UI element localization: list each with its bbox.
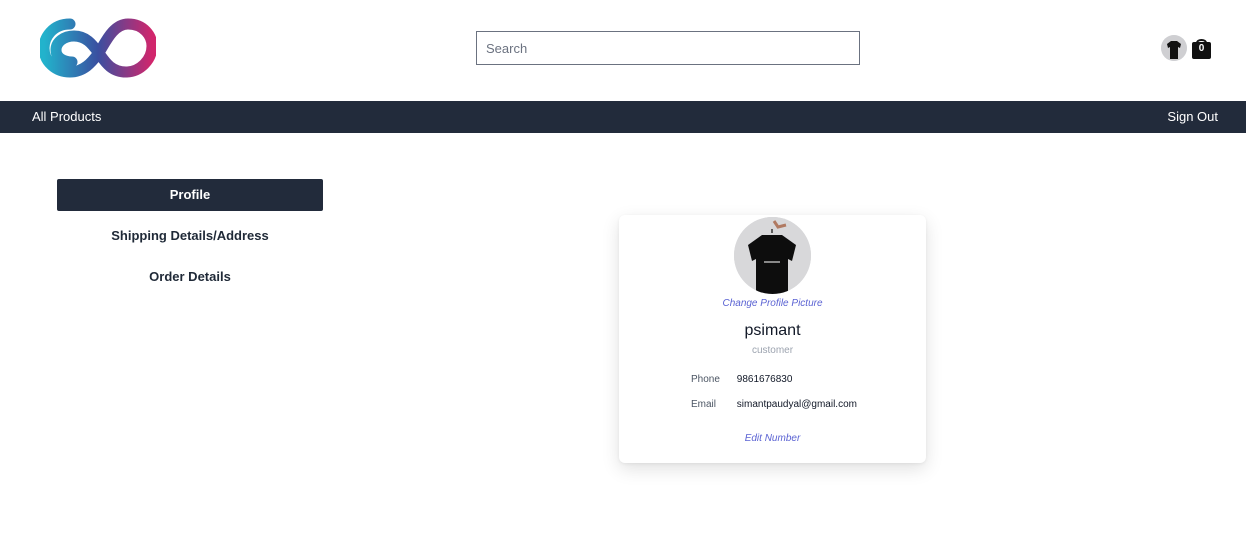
sidebar-item-orders[interactable]: Order Details: [57, 261, 323, 293]
profile-card: Change Profile Picture psimant customer …: [619, 215, 926, 463]
phone-label: Phone: [691, 374, 720, 385]
user-role: customer: [751, 345, 794, 356]
email-label: Email: [691, 399, 717, 410]
cart-count: 0: [1198, 43, 1205, 54]
all-products-link[interactable]: All Products: [32, 101, 101, 133]
username: psimant: [744, 322, 801, 339]
site-header: 0: [0, 0, 1246, 101]
cart-button[interactable]: 0: [1191, 37, 1212, 60]
phone-row: Phone 9861676830: [691, 374, 792, 385]
sidebar-item-profile[interactable]: Profile: [57, 179, 323, 211]
search-input[interactable]: [476, 31, 860, 65]
email-value: simantpaudyal@gmail.com: [736, 399, 857, 410]
profile-sidebar: Profile Shipping Details/Address Order D…: [57, 179, 323, 302]
edit-number-link[interactable]: Edit Number: [619, 433, 926, 444]
profile-picture: [734, 217, 811, 294]
top-navbar: All Products Sign Out: [0, 101, 1246, 133]
phone-value: 9861676830: [736, 374, 793, 385]
email-row: Email simantpaudyal@gmail.com: [691, 399, 857, 410]
sign-out-link[interactable]: Sign Out: [1167, 101, 1218, 133]
user-avatar[interactable]: [1161, 35, 1187, 61]
sidebar-item-shipping[interactable]: Shipping Details/Address: [57, 220, 323, 252]
tshirt-icon: [1161, 35, 1187, 61]
change-profile-picture-link[interactable]: Change Profile Picture: [619, 298, 926, 309]
tshirt-photo-icon: [734, 217, 811, 294]
brand-logo[interactable]: [40, 16, 156, 78]
